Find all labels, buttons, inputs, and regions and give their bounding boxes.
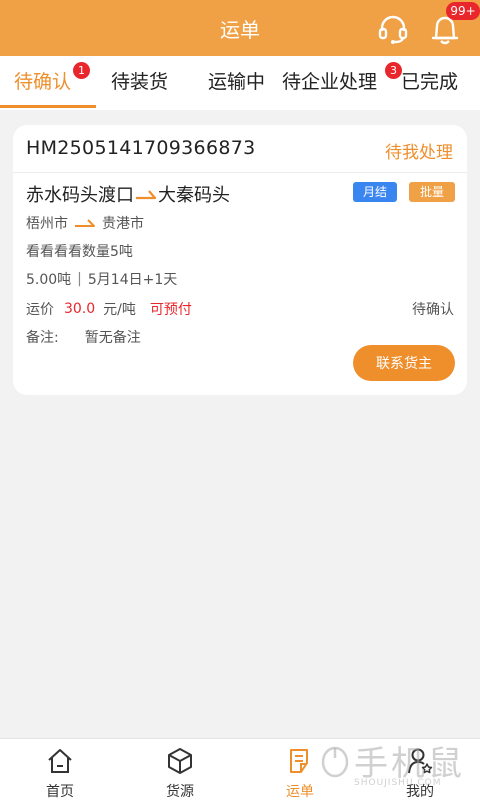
remark-row: 备注: 暂无备注 bbox=[26, 327, 141, 347]
headset-icon[interactable] bbox=[376, 12, 410, 46]
price-value: 30.0 bbox=[64, 301, 96, 317]
prepay-label: 可预付 bbox=[149, 302, 192, 318]
load-date: 5月14日+1天 bbox=[87, 272, 178, 288]
from-port: 赤水码头渡口 bbox=[26, 185, 134, 206]
cargo-text: 看看看看数量5吨 bbox=[26, 244, 133, 260]
box-icon bbox=[168, 748, 192, 774]
tab-badge: 3 bbox=[385, 62, 402, 79]
order-status: 待我处理 bbox=[385, 143, 453, 163]
order-number: HM2505141709366873 bbox=[26, 137, 256, 159]
tab-pending-load[interactable]: 待装货 bbox=[111, 56, 168, 110]
watermark-subtext: SHOUJISHU.COM bbox=[354, 778, 442, 788]
contact-shipper-button[interactable]: 联系货主 bbox=[353, 345, 455, 381]
monthly-settle-tag: 月结 bbox=[353, 182, 397, 202]
weight: 5.00吨 bbox=[26, 272, 72, 288]
tab-in-transit[interactable]: 运输中 bbox=[208, 56, 265, 110]
nav-label: 货源 bbox=[166, 784, 194, 800]
tab-pending-confirm[interactable]: 待确认 bbox=[14, 56, 71, 110]
nav-cargo[interactable]: 货源 bbox=[135, 739, 225, 800]
cargo-description: 看看看看数量5吨 bbox=[26, 241, 133, 261]
confirm-status: 待确认 bbox=[412, 302, 454, 318]
arrow-right-icon bbox=[75, 219, 95, 227]
remark-label: 备注: bbox=[26, 330, 59, 346]
status-tabs: 待确认 待装货 运输中 待企业处理 已完成 1 3 bbox=[0, 56, 480, 110]
remark-value: 暂无备注 bbox=[84, 330, 141, 346]
document-icon bbox=[290, 749, 308, 773]
home-icon bbox=[48, 749, 72, 773]
price-label: 运价 bbox=[26, 302, 54, 318]
tab-badge: 1 bbox=[73, 62, 90, 79]
bulk-tag: 批量 bbox=[409, 182, 455, 202]
page-title: 运单 bbox=[220, 17, 260, 42]
active-tab-indicator bbox=[0, 105, 96, 108]
separator: | bbox=[77, 271, 82, 287]
port-route: 赤水码头渡口 大秦码头 bbox=[26, 181, 230, 207]
tab-completed[interactable]: 已完成 bbox=[401, 56, 458, 110]
from-city: 梧州市 bbox=[26, 216, 68, 232]
city-route: 梧州市 贵港市 bbox=[26, 213, 144, 233]
weight-date: 5.00吨 | 5月14日+1天 bbox=[26, 269, 177, 289]
price-row: 运价 30.0 元/吨 可预付 bbox=[26, 299, 192, 319]
price-unit: 元/吨 bbox=[103, 302, 136, 318]
to-city: 贵港市 bbox=[102, 216, 144, 232]
notification-badge: 99+ bbox=[446, 2, 480, 20]
order-card[interactable]: HM2505141709366873 待我处理 赤水码头渡口 大秦码头 月结 批… bbox=[13, 125, 467, 395]
watermark: 手机鼠 SHOUJISHU.COM bbox=[318, 736, 468, 794]
nav-home[interactable]: 首页 bbox=[15, 739, 105, 800]
nav-label: 首页 bbox=[46, 784, 74, 800]
tab-pending-enterprise[interactable]: 待企业处理 bbox=[282, 56, 377, 110]
order-card-header: HM2505141709366873 待我处理 bbox=[13, 125, 467, 173]
arrow-right-icon bbox=[136, 190, 157, 200]
mouse-logo-icon bbox=[321, 746, 349, 778]
to-port: 大秦码头 bbox=[158, 185, 230, 206]
